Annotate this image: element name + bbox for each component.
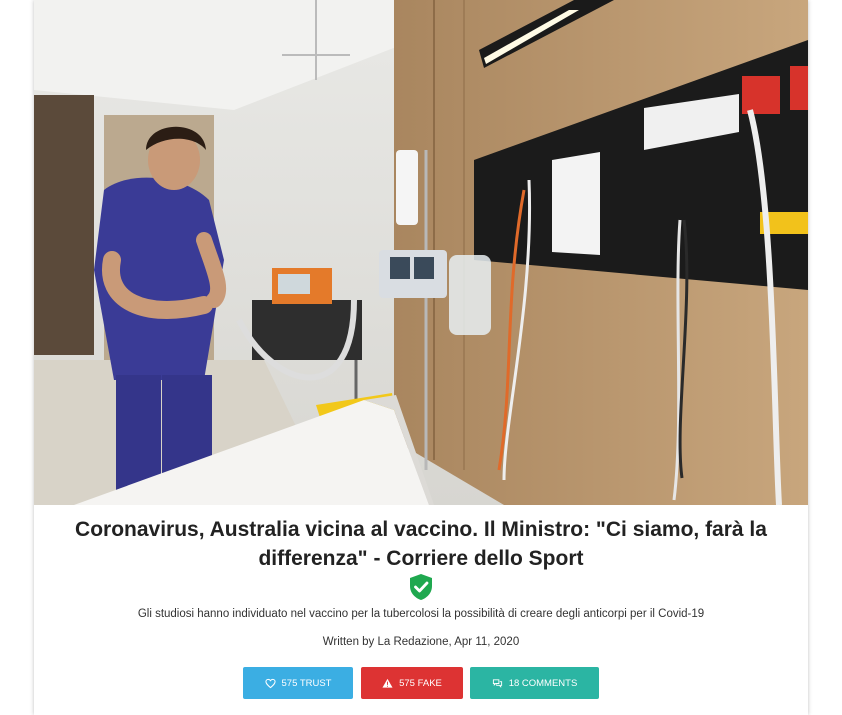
article-hero-image[interactable] bbox=[34, 0, 808, 505]
article-title[interactable]: Coronavirus, Australia vicina al vaccino… bbox=[34, 515, 808, 573]
warning-icon bbox=[382, 678, 393, 688]
fake-button[interactable]: 575 FAKE bbox=[361, 667, 463, 699]
article-subtitle: Gli studiosi hanno individuato nel vacci… bbox=[137, 608, 705, 620]
comments-button[interactable]: 18 COMMENTS bbox=[470, 667, 599, 699]
trust-button[interactable]: 575 TRUST bbox=[243, 667, 353, 699]
verified-shield-icon bbox=[410, 574, 432, 600]
fake-button-label: 575 FAKE bbox=[399, 677, 442, 689]
article-byline: Written by La Redazione, Apr 11, 2020 bbox=[322, 636, 520, 648]
trust-button-label: 575 TRUST bbox=[281, 677, 332, 689]
comments-button-label: 18 COMMENTS bbox=[508, 677, 578, 689]
article-card: Coronavirus, Australia vicina al vaccino… bbox=[34, 0, 808, 715]
comments-icon bbox=[492, 678, 502, 688]
heart-icon bbox=[264, 678, 276, 688]
